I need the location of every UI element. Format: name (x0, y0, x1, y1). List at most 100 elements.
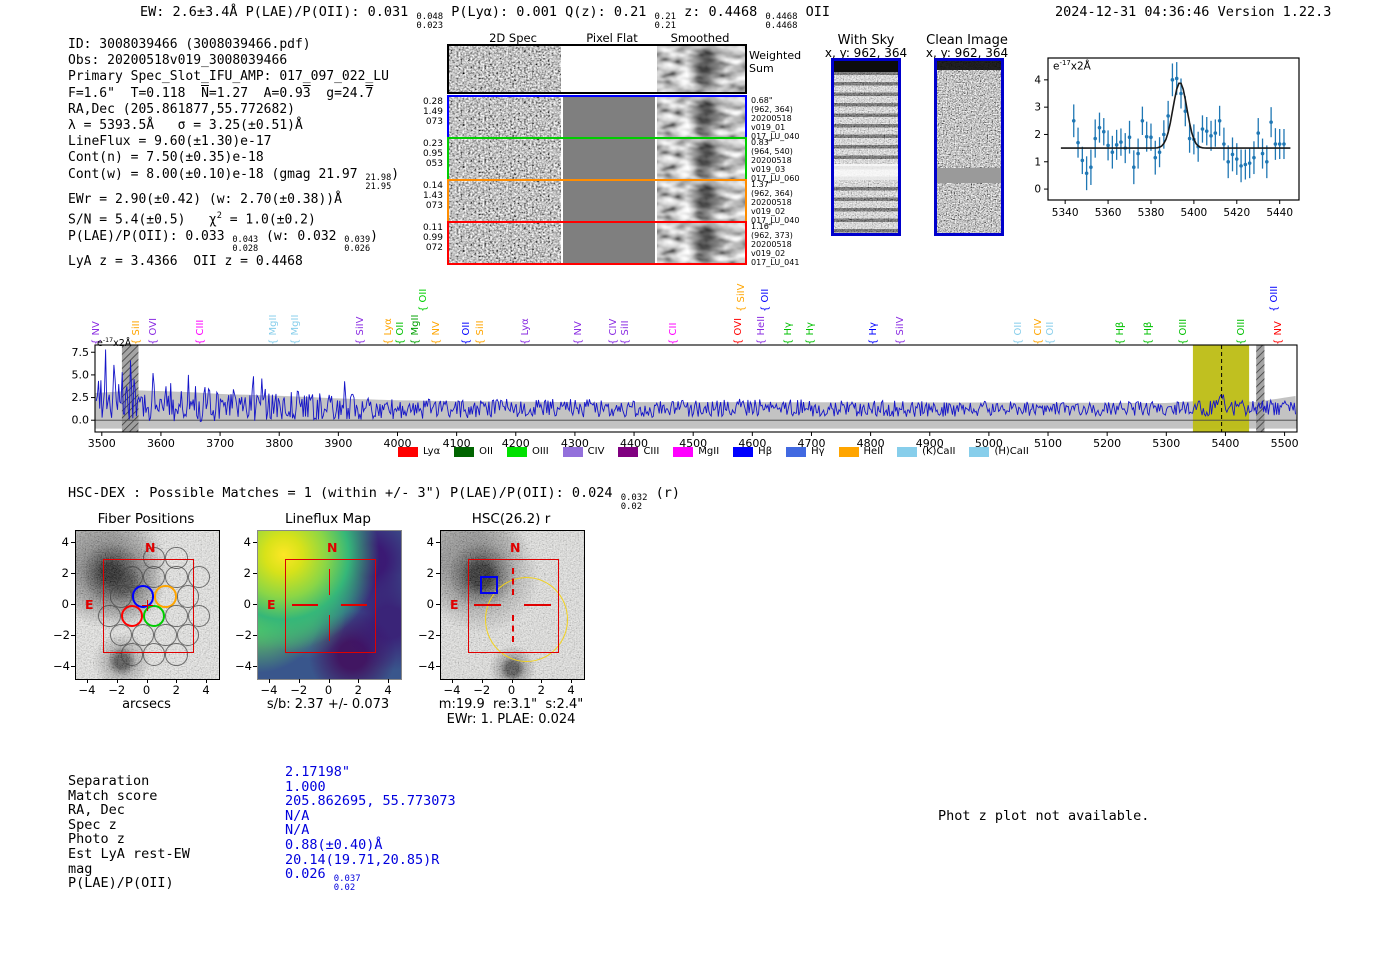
x-tick-label: 4 (384, 683, 392, 697)
compass-east-label: E (450, 597, 459, 612)
info-line: Primary Spec_Slot_IFU_AMP: 017_097_022_L… (68, 69, 389, 85)
spec2d-smoothed-panel (657, 97, 745, 137)
legend-swatch (673, 446, 694, 457)
legend-label: (K)CaII (922, 446, 956, 457)
y-tick-label: −2 (418, 627, 435, 642)
svg-text:5340: 5340 (1052, 207, 1079, 219)
y-tick-mark (436, 604, 440, 605)
spec2d-smoothed-panel (657, 139, 745, 179)
hsc-cutout-title: HSC(26.2) r (471, 511, 551, 527)
legend-swatch (562, 446, 583, 457)
y-tick-mark (71, 665, 75, 667)
hsc-cutout-image: N E (440, 530, 585, 680)
x-tick-label: −2 (108, 683, 126, 697)
svg-text:5360: 5360 (1095, 207, 1122, 219)
spec2d-row-left-labels: 0.28 1.49 073 (422, 97, 443, 127)
svg-text:5100: 5100 (1034, 437, 1062, 450)
spec2d-header-pixelflat: Pixel Flat (586, 31, 638, 45)
match-table-value: 0.88(±0.40)Å (285, 837, 383, 853)
y-tick-mark (71, 604, 75, 605)
crosshair-right (341, 604, 367, 606)
spec2d-smoothed-panel (657, 46, 745, 92)
y-tick-mark (436, 634, 440, 636)
info-line: EWr = 2.90(±0.42) (w: 2.70(±0.38))Å (68, 191, 342, 207)
line-fit-plot: 5340 5360 5380 5400 5420 5440 0 1 2 3 4 (1034, 57, 1300, 219)
svg-text:5300: 5300 (1152, 437, 1180, 450)
svg-text:7.5: 7.5 (72, 346, 90, 359)
x-tick-label: 2 (172, 683, 180, 697)
svg-text:4: 4 (1034, 74, 1041, 86)
svg-text:3500: 3500 (88, 437, 116, 450)
legend-item: (H)CaII (969, 446, 1029, 457)
info-line: F=1.6" T=0.118 N=1.27 A=0.93 g=24.7 (68, 85, 374, 101)
legend-item: OIII (506, 446, 549, 457)
match-table-label: Photo z (68, 831, 125, 848)
match-table-label: mag (68, 860, 93, 877)
compass-north-label: N (145, 540, 156, 555)
legend-item: OII (454, 446, 493, 457)
match-table-value: 205.862695, 55.773073 (285, 793, 456, 810)
x-tick-mark (268, 679, 270, 683)
legend-item: CIV (562, 446, 604, 457)
fit-plot-units-label: e-17x2Å (1053, 59, 1091, 73)
spec2d-2d-panel (449, 97, 561, 137)
catalog-match-table: Separation 2.17198" Match score 1.000 RA, De… (68, 765, 628, 905)
match-table-label: Est LyA rest-EW (68, 846, 190, 862)
legend-swatch (454, 446, 475, 457)
crosshair-left (474, 604, 501, 607)
svg-text:2.5: 2.5 (72, 391, 90, 404)
spec2d-header-smoothed: Smoothed (670, 31, 730, 45)
spec2d-2d-panel (449, 223, 561, 263)
legend-swatch (969, 446, 990, 457)
info-line: LineFlux = 9.60(±1.30)e-17 (68, 134, 272, 150)
x-tick-mark (358, 679, 360, 683)
match-table-value: N/A (285, 807, 310, 824)
hsc-cutout-xlabel: m:19.9 re:3.1" s:2.4" (438, 697, 584, 712)
fiber-positions-xlabel: arcsecs (122, 697, 171, 712)
x-tick-mark (116, 679, 118, 683)
timestamp: 2024-12-31 04:36:46 (1055, 4, 1210, 20)
spec2d-flat-panel (563, 97, 655, 137)
y-tick-label: 0 (426, 597, 434, 611)
compass-north-label: N (327, 540, 338, 555)
y-tick-mark (253, 634, 257, 636)
x-tick-mark (206, 679, 208, 683)
svg-text:5200: 5200 (1093, 437, 1121, 450)
legend-item: MgII (673, 446, 719, 457)
match-table-value: 20.14(19.71,20.85)R (285, 851, 440, 868)
svg-text:3600: 3600 (147, 437, 175, 450)
legend-label: HeII (863, 446, 884, 457)
legend-swatch (897, 446, 918, 457)
legend-label: Hβ (758, 446, 773, 457)
legend-label: Hγ (811, 446, 825, 457)
y-tick-label: 2 (426, 566, 434, 581)
x-tick-label: 0 (324, 683, 333, 697)
match-table-label: Match score (68, 787, 158, 804)
crosshair-top (328, 569, 331, 595)
y-tick-label: −2 (235, 627, 252, 642)
y-tick-label: 4 (426, 535, 434, 550)
elixer-report: EW: 2.6±3.4Å P(LAE)/P(OII): 0.031 0.048 0… (0, 0, 1400, 953)
x-tick-mark (146, 679, 148, 683)
fiber-positions-image: N E (75, 530, 220, 680)
spec2d-row (447, 221, 747, 265)
crosshair-right (524, 604, 551, 607)
spec2d-smoothed-panel (657, 181, 745, 221)
y-tick-mark (436, 542, 440, 544)
spec2d-row-left-labels: 0.14 1.43 073 (422, 181, 443, 211)
info-line: ID: 3008039466 (3008039466.pdf) (68, 37, 311, 52)
legend-swatch (733, 446, 754, 457)
x-tick-label: 4 (202, 683, 210, 697)
emission-line-label: { OIII (1269, 285, 1281, 312)
legend-swatch (618, 446, 639, 457)
legend-swatch (838, 446, 859, 457)
clean-image (934, 58, 1004, 236)
svg-text:5440: 5440 (1266, 207, 1293, 219)
spec2d-flat-panel (563, 223, 655, 263)
y-tick-label: 2 (61, 566, 69, 581)
y-tick-label: 0 (243, 597, 251, 611)
match-table-label: Separation (68, 773, 150, 789)
info-line: Obs: 20200518v019_3008039466 (68, 53, 288, 69)
match-table-label: Spec z (68, 816, 117, 833)
y-tick-mark (436, 665, 440, 667)
